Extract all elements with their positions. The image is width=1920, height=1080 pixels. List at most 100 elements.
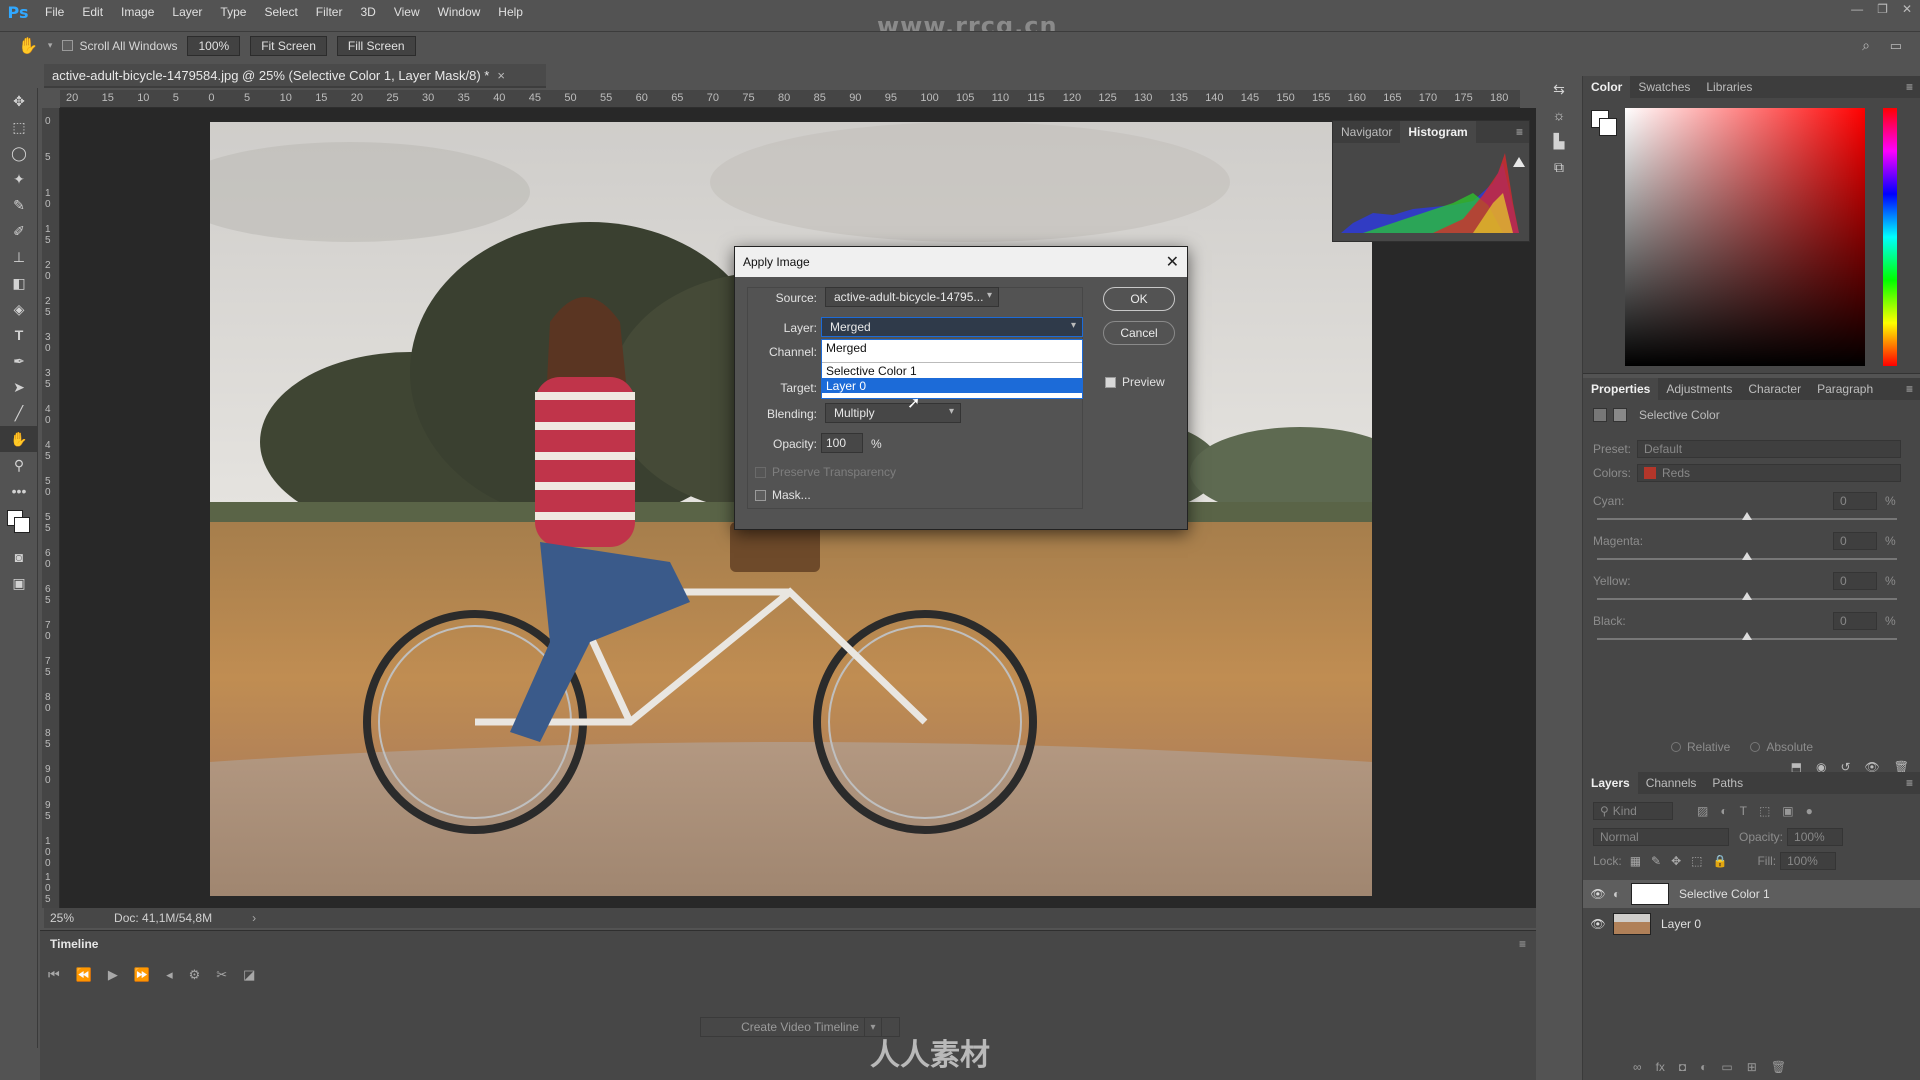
workspace-icon[interactable]: ▭ xyxy=(1890,38,1902,54)
preview-checkbox[interactable]: Preview xyxy=(1105,375,1165,389)
checkbox-box[interactable] xyxy=(1105,376,1116,388)
quick-mask-icon[interactable]: ◙ xyxy=(0,544,38,570)
colors-select[interactable]: Reds xyxy=(1637,464,1901,482)
hue-slider[interactable] xyxy=(1883,108,1897,366)
color-panel-menu-icon[interactable]: ≡ xyxy=(1906,80,1920,94)
relative-radio[interactable] xyxy=(1671,742,1681,752)
new-adjustment-icon[interactable]: ◐ xyxy=(1700,1060,1707,1074)
path-selection-tool-icon[interactable]: ➤ xyxy=(0,374,38,400)
new-group-icon[interactable]: ▭ xyxy=(1721,1060,1732,1074)
tool-preset-chevron-icon[interactable]: ▾ xyxy=(48,40,53,51)
layers-menu-icon[interactable]: ≡ xyxy=(1906,776,1920,790)
slider-handle[interactable] xyxy=(1742,592,1752,600)
brush-tool-icon[interactable]: ✐ xyxy=(0,218,38,244)
split-icon[interactable]: ✂ xyxy=(216,967,227,983)
lock-transparent-icon[interactable]: ▦ xyxy=(1630,854,1641,868)
add-mask-icon[interactable]: ◘ xyxy=(1679,1060,1686,1074)
tab-character[interactable]: Character xyxy=(1740,378,1809,400)
lasso-tool-icon[interactable]: ◯ xyxy=(0,140,38,166)
minimize-icon[interactable]: — xyxy=(1851,2,1863,16)
clone-source-icon[interactable]: ⧉ xyxy=(1540,154,1578,180)
stamp-tool-icon[interactable]: ⊥ xyxy=(0,244,38,270)
slider-value-input[interactable]: 0 xyxy=(1833,572,1877,590)
tab-adjustments[interactable]: Adjustments xyxy=(1658,378,1740,400)
link-layers-icon[interactable]: ∞ xyxy=(1633,1060,1642,1074)
tab-navigator[interactable]: Navigator xyxy=(1333,121,1400,143)
layer-style-icon[interactable]: fx xyxy=(1656,1060,1665,1074)
history-icon[interactable]: ⇆ xyxy=(1540,76,1578,102)
lock-position-icon[interactable]: ✥ xyxy=(1671,854,1681,868)
source-select[interactable]: active-adult-bicycle-14795... ▾ xyxy=(825,287,999,307)
layer-row[interactable]: 👁 Layer 0 xyxy=(1583,910,1920,938)
eye-icon[interactable]: 👁 xyxy=(1583,917,1613,931)
menu-view[interactable]: View xyxy=(385,5,429,19)
blend-mode-select[interactable]: Normal xyxy=(1593,828,1729,846)
hand-tool-icon[interactable]: ✋ xyxy=(0,426,38,452)
panel-menu-icon[interactable]: ≡ xyxy=(1516,125,1529,139)
type-filter-icon[interactable]: T xyxy=(1740,804,1747,818)
tab-libraries[interactable]: Libraries xyxy=(1698,76,1760,98)
mask-icon[interactable] xyxy=(1613,408,1627,422)
paint-bucket-tool-icon[interactable]: ◈ xyxy=(0,296,38,322)
layer-select[interactable]: Merged ▾ xyxy=(821,317,1083,337)
menu-image[interactable]: Image xyxy=(112,5,163,19)
close-window-icon[interactable]: ✕ xyxy=(1902,2,1912,16)
delete-layer-icon[interactable]: 🗑 xyxy=(1771,1060,1786,1074)
prev-frame-icon[interactable]: ⏪ xyxy=(76,967,92,983)
background-color-swatch[interactable] xyxy=(1599,118,1617,136)
layer-row[interactable]: 👁 ◐ Selective Color 1 xyxy=(1583,880,1920,908)
audio-icon[interactable]: ◂ xyxy=(166,967,173,983)
menu-3d[interactable]: 3D xyxy=(351,5,384,19)
eraser-tool-icon[interactable]: ◧ xyxy=(0,270,38,296)
slider-handle[interactable] xyxy=(1742,632,1752,640)
slider-handle[interactable] xyxy=(1742,512,1752,520)
opacity-input[interactable]: 100% xyxy=(1787,828,1844,846)
blending-select[interactable]: Multiply ▾ xyxy=(825,403,961,423)
preset-select[interactable]: Default xyxy=(1637,440,1901,458)
fit-screen-button[interactable]: Fit Screen xyxy=(250,35,327,56)
opacity-input[interactable]: 100 xyxy=(821,433,863,453)
color-picker-field[interactable] xyxy=(1625,108,1865,366)
tab-histogram[interactable]: Histogram xyxy=(1400,121,1476,143)
dialog-close-icon[interactable]: ✕ xyxy=(1166,252,1179,272)
dropdown-option[interactable]: Merged xyxy=(822,340,1082,355)
adjustments-brightness-icon[interactable]: ☼ xyxy=(1540,102,1578,128)
zoom-tool-icon[interactable]: ⚲ xyxy=(0,452,38,478)
menu-help[interactable]: Help xyxy=(489,5,532,19)
menu-layer[interactable]: Layer xyxy=(163,5,211,19)
move-tool-icon[interactable]: ✥ xyxy=(0,88,38,114)
checkbox-box[interactable] xyxy=(755,489,766,501)
lock-image-icon[interactable]: ✎ xyxy=(1651,854,1661,868)
menu-select[interactable]: Select xyxy=(255,5,306,19)
zoom-100-button[interactable]: 100% xyxy=(187,35,241,56)
slider-value-input[interactable]: 0 xyxy=(1833,612,1877,630)
screen-mode-icon[interactable]: ▣ xyxy=(0,570,38,596)
cancel-button[interactable]: Cancel xyxy=(1103,321,1175,345)
ok-button[interactable]: OK xyxy=(1103,287,1175,311)
slider-value-input[interactable]: 0 xyxy=(1833,492,1877,510)
fill-screen-button[interactable]: Fill Screen xyxy=(336,35,416,56)
shape-filter-icon[interactable]: ⬚ xyxy=(1759,804,1770,818)
restore-icon[interactable]: ❐ xyxy=(1877,2,1888,16)
color-swatches-icon[interactable] xyxy=(0,504,38,544)
menu-window[interactable]: Window xyxy=(429,5,490,19)
tab-paragraph[interactable]: Paragraph xyxy=(1809,378,1881,400)
lock-artboard-icon[interactable]: ⬚ xyxy=(1691,854,1702,868)
eyedropper-tool-icon[interactable]: ✎ xyxy=(0,192,38,218)
slider-handle[interactable] xyxy=(1742,552,1752,560)
more-tools-icon[interactable]: ••• xyxy=(0,478,38,504)
preserve-transparency-checkbox[interactable]: Preserve Transparency xyxy=(755,465,896,479)
properties-menu-icon[interactable]: ≡ xyxy=(1906,382,1920,396)
mask-checkbox[interactable]: Mask... xyxy=(755,488,811,502)
lock-all-icon[interactable]: 🔒 xyxy=(1713,854,1728,868)
slider-value-input[interactable]: 0 xyxy=(1833,532,1877,550)
search-icon[interactable]: ⌕ xyxy=(1862,37,1870,54)
line-tool-icon[interactable]: ╱ xyxy=(0,400,38,426)
document-tab[interactable]: active-adult-bicycle-1479584.jpg @ 25% (… xyxy=(44,64,546,88)
tab-swatches[interactable]: Swatches xyxy=(1630,76,1698,98)
scroll-all-windows-checkbox[interactable]: Scroll All Windows xyxy=(62,39,177,53)
menu-file[interactable]: File xyxy=(36,5,73,19)
settings-icon[interactable]: ⚙ xyxy=(189,967,201,983)
tab-color[interactable]: Color xyxy=(1583,76,1631,98)
pixel-filter-icon[interactable]: ▨ xyxy=(1697,804,1708,818)
